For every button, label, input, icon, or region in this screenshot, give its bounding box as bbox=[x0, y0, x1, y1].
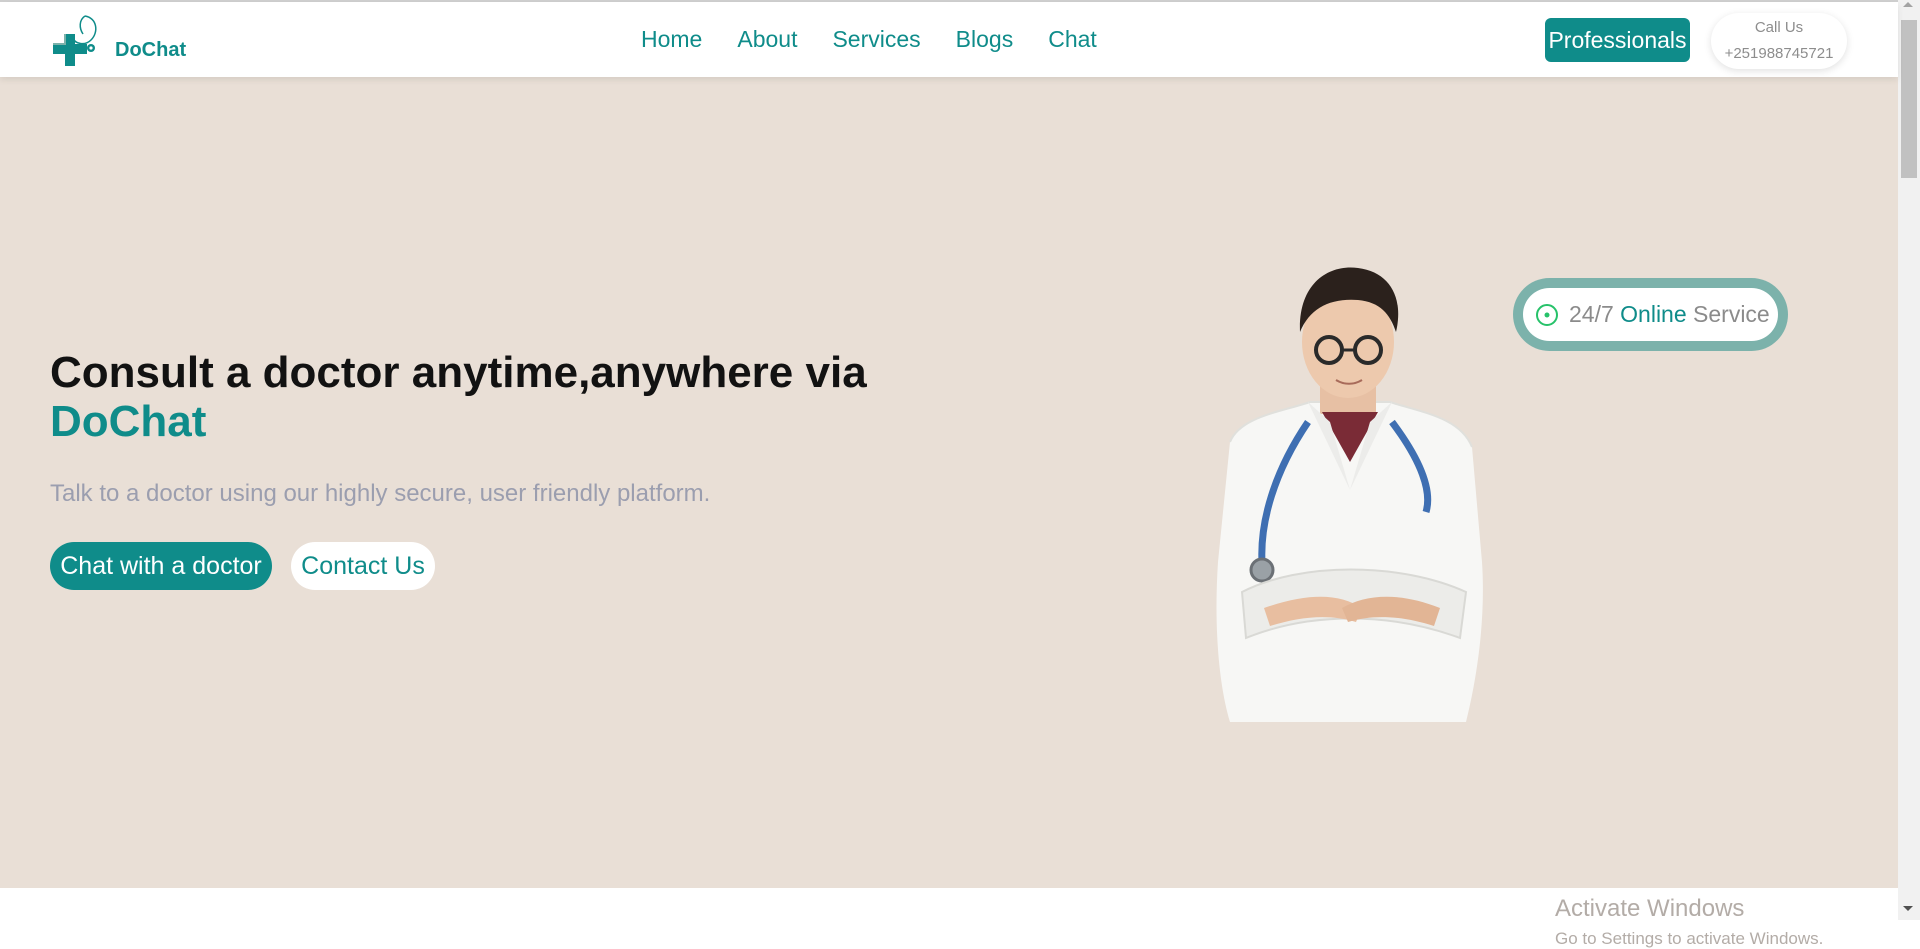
hero-headline-text: Consult a doctor anytime,anywhere via bbox=[50, 348, 867, 397]
main-nav: Home About Services Blogs Chat bbox=[641, 26, 1097, 53]
contact-us-button[interactable]: Contact Us bbox=[291, 542, 435, 590]
badge-text-service: Service bbox=[1693, 301, 1770, 327]
online-dot-icon bbox=[1536, 303, 1558, 326]
watermark-title: Activate Windows bbox=[1555, 895, 1745, 922]
site-header: DoChat Home About Services Blogs Chat Pr… bbox=[0, 2, 1898, 77]
nav-chat[interactable]: Chat bbox=[1048, 26, 1097, 53]
watermark-subtitle: Go to Settings to activate Windows. bbox=[1555, 929, 1824, 948]
hero-section: Consult a doctor anytime,anywhere via Do… bbox=[0, 77, 1898, 948]
nav-services[interactable]: Services bbox=[832, 26, 920, 53]
chat-with-doctor-button[interactable]: Chat with a doctor bbox=[50, 542, 272, 590]
professionals-button[interactable]: Professionals bbox=[1545, 18, 1690, 62]
scroll-down-arrow-icon[interactable] bbox=[1903, 906, 1913, 911]
online-service-badge: 24/7 Online Service bbox=[1513, 278, 1788, 351]
scroll-up-arrow-icon[interactable] bbox=[1903, 2, 1913, 7]
online-service-badge-inner: 24/7 Online Service bbox=[1523, 288, 1778, 341]
badge-text-247: 24/7 bbox=[1569, 301, 1614, 327]
nav-about[interactable]: About bbox=[737, 26, 797, 53]
activate-windows-watermark: Activate Windows Go to Settings to activ… bbox=[1555, 895, 1823, 949]
dochat-logo-icon[interactable] bbox=[49, 14, 101, 68]
hero-headline-accent: DoChat bbox=[50, 397, 207, 446]
badge-text-online: Online bbox=[1620, 301, 1687, 327]
hero-headline: Consult a doctor anytime,anywhere via Do… bbox=[50, 348, 867, 446]
call-us-number: +251988745721 bbox=[1724, 45, 1834, 62]
call-us-label: Call Us bbox=[1754, 19, 1804, 36]
nav-home[interactable]: Home bbox=[641, 26, 702, 53]
brand-name[interactable]: DoChat bbox=[115, 39, 186, 62]
hero-subtitle: Talk to a doctor using our highly secure… bbox=[50, 480, 711, 507]
call-us-box[interactable]: Call Us +251988745721 bbox=[1711, 13, 1847, 69]
doctor-image bbox=[1190, 262, 1510, 722]
scrollbar-thumb[interactable] bbox=[1901, 20, 1917, 178]
nav-blogs[interactable]: Blogs bbox=[956, 26, 1014, 53]
